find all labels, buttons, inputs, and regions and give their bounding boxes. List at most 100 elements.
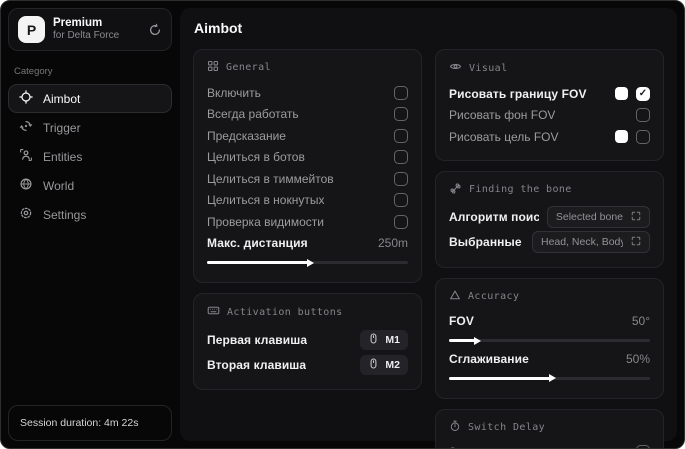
expand-icon bbox=[631, 211, 641, 224]
mouse-icon bbox=[368, 333, 379, 347]
setting-row: Включить bbox=[207, 82, 408, 104]
sidebar-item-label: Trigger bbox=[43, 120, 81, 135]
max-distance-slider[interactable] bbox=[207, 258, 408, 267]
checkbox-target-teammates[interactable] bbox=[394, 171, 408, 186]
settings-icon bbox=[19, 206, 33, 223]
checkbox-enable[interactable] bbox=[394, 85, 408, 100]
setting-label: Выбранные кости bbox=[449, 235, 524, 249]
activation-card: Activation buttons Первая клавиша M1 Вто… bbox=[193, 293, 422, 390]
section-title: Visual bbox=[469, 62, 508, 74]
setting-row: Всегда работать bbox=[207, 104, 408, 126]
setting-row: FOV 50° bbox=[449, 311, 650, 333]
setting-row: Рисовать границу FOV ✓ bbox=[449, 83, 650, 105]
checkbox-draw-fov-background[interactable] bbox=[636, 108, 650, 123]
setting-label: Макс. дистанция bbox=[207, 236, 308, 251]
setting-row: Целиться в нокнутых bbox=[207, 190, 408, 212]
fov-target-color-swatch[interactable] bbox=[615, 130, 628, 144]
bones-card: Finding the bone Алгоритм поиска костей … bbox=[435, 170, 664, 268]
setting-label: Рисовать границу FOV bbox=[449, 86, 587, 101]
trigger-icon bbox=[19, 119, 33, 136]
setting-row: Предсказание bbox=[207, 125, 408, 147]
general-icon bbox=[207, 60, 219, 75]
app-title: Premium bbox=[53, 17, 103, 30]
sidebar-item-label: Aimbot bbox=[43, 91, 81, 106]
keybind-first-key[interactable]: M1 bbox=[360, 329, 408, 350]
setting-row: Макс. дистанция 250m bbox=[207, 233, 408, 255]
setting-label: Вторая клавиша bbox=[207, 357, 307, 372]
checkbox-target-knocked[interactable] bbox=[394, 193, 408, 208]
slider-thumb[interactable] bbox=[548, 374, 556, 382]
app-window: P Premium for Delta Force Category Aimbo… bbox=[0, 0, 685, 449]
setting-row: Первая клавиша M1 bbox=[207, 327, 408, 352]
mouse-icon bbox=[368, 358, 379, 372]
keybind-second-key[interactable]: M2 bbox=[360, 354, 408, 375]
setting-label: Проверка видимости bbox=[207, 214, 324, 229]
page-title: Aimbot bbox=[194, 20, 243, 36]
category-label: Category bbox=[14, 66, 53, 77]
world-icon bbox=[19, 177, 33, 194]
bone-icon bbox=[449, 182, 462, 198]
checkbox-visibility-check[interactable] bbox=[394, 214, 408, 229]
expand-icon bbox=[631, 236, 641, 249]
fov-slider[interactable] bbox=[449, 336, 650, 345]
section-title: General bbox=[226, 62, 271, 73]
checkbox-always-work[interactable] bbox=[394, 107, 408, 122]
setting-row: Выбранные кости Head, Neck, Body, Pe... bbox=[449, 230, 650, 255]
slider-value: 50% bbox=[625, 351, 650, 366]
checkbox-target-bots[interactable] bbox=[394, 150, 408, 165]
slider-thumb[interactable] bbox=[306, 258, 314, 267]
setting-label: Включить bbox=[207, 85, 261, 100]
setting-label: Целиться в нокнутых bbox=[207, 193, 325, 208]
setting-row: Рисовать цель FOV bbox=[449, 126, 650, 148]
checkbox-draw-fov-border[interactable]: ✓ bbox=[636, 86, 650, 101]
crosshair-icon bbox=[19, 90, 33, 107]
sidebar-item-world[interactable]: World bbox=[8, 171, 172, 200]
smoothing-slider[interactable] bbox=[449, 374, 650, 382]
slider-value: 50° bbox=[631, 314, 650, 329]
setting-row: Целиться в тиммейтов bbox=[207, 168, 408, 190]
select-value: Selected bone bbox=[555, 211, 623, 223]
left-column: General Включить Всегда работать Предска… bbox=[193, 49, 422, 433]
setting-row: Вторая клавиша M2 bbox=[207, 352, 408, 377]
setting-label: Рисовать цель FOV bbox=[449, 129, 559, 144]
selected-bones-select[interactable]: Head, Neck, Body, Pe... bbox=[532, 231, 650, 253]
sidebar-item-label: Entities bbox=[43, 149, 83, 164]
setting-label: Предсказание bbox=[207, 128, 286, 143]
checkbox-draw-fov-target[interactable] bbox=[636, 129, 650, 144]
setting-label: Задержка переключения bbox=[449, 445, 587, 448]
timer-icon bbox=[449, 420, 461, 435]
setting-row: Сглаживание 50% bbox=[449, 348, 650, 370]
checkbox-switch-delay[interactable] bbox=[636, 445, 650, 448]
bone-search-algorithm-select[interactable]: Selected bone bbox=[546, 206, 650, 228]
sidebar-nav: Aimbot Trigger Entities World Settings bbox=[8, 84, 172, 229]
app-logo: P bbox=[18, 16, 45, 43]
keybind-value: M2 bbox=[385, 358, 400, 371]
section-title: Finding the bone bbox=[469, 184, 572, 195]
setting-label: Рисовать фон FOV bbox=[449, 108, 556, 123]
slider-thumb[interactable] bbox=[474, 336, 482, 345]
checkbox-prediction[interactable] bbox=[394, 128, 408, 143]
sidebar-item-trigger[interactable]: Trigger bbox=[8, 113, 172, 142]
app-subtitle: for Delta Force bbox=[53, 30, 120, 42]
sidebar: P Premium for Delta Force Category Aimbo… bbox=[8, 8, 172, 441]
setting-row: Целиться в ботов bbox=[207, 147, 408, 169]
setting-row: Рисовать фон FOV bbox=[449, 105, 650, 127]
sidebar-item-settings[interactable]: Settings bbox=[8, 200, 172, 229]
section-title: Activation buttons bbox=[227, 306, 343, 318]
accuracy-card: Accuracy FOV 50° Сглаживание 50% bbox=[435, 277, 664, 399]
setting-label: Сглаживание bbox=[449, 351, 529, 366]
select-value: Head, Neck, Body, Pe... bbox=[541, 236, 623, 248]
section-title: Accuracy bbox=[468, 290, 520, 302]
setting-label: Целиться в тиммейтов bbox=[207, 171, 334, 186]
session-duration: Session duration: 4m 22s bbox=[8, 405, 172, 441]
slider-value: 250m bbox=[377, 236, 408, 251]
fov-border-color-swatch[interactable] bbox=[615, 87, 628, 101]
setting-label: Целиться в ботов bbox=[207, 150, 305, 165]
eye-icon bbox=[449, 60, 462, 76]
setting-row: Проверка видимости bbox=[207, 211, 408, 233]
sync-icon[interactable] bbox=[148, 23, 162, 37]
setting-row: Алгоритм поиска костей Selected bone bbox=[449, 205, 650, 230]
section-title: Switch Delay bbox=[468, 421, 546, 433]
sidebar-item-entities[interactable]: Entities bbox=[8, 142, 172, 171]
sidebar-item-aimbot[interactable]: Aimbot bbox=[8, 84, 172, 113]
